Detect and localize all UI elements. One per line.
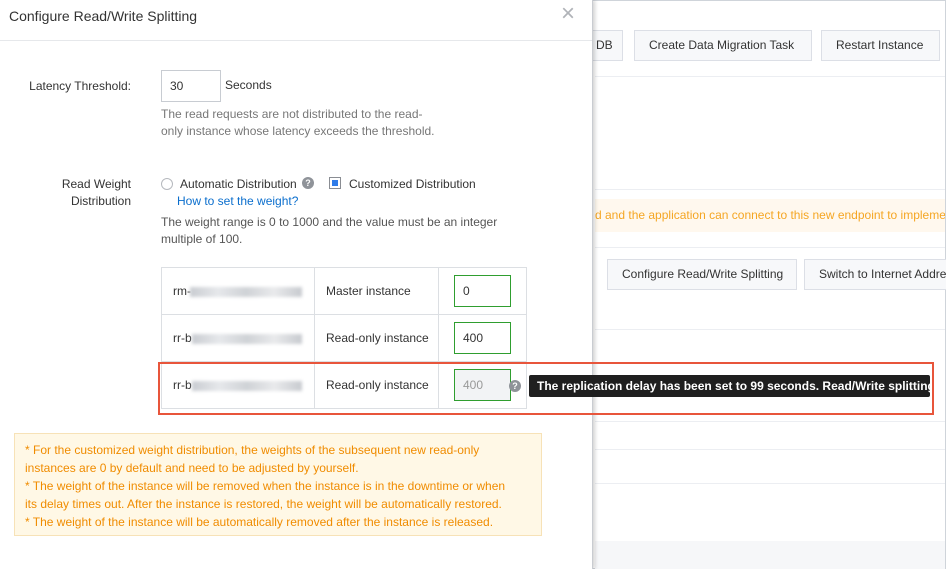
- close-icon[interactable]: ×: [557, 2, 579, 26]
- latency-hint: The read requests are not distributed to…: [161, 106, 461, 140]
- automatic-distribution-radio[interactable]: [161, 178, 173, 190]
- read-weight-label: Read Weight Distribution: [20, 176, 131, 210]
- weight-range-line: The weight range is 0 to 1000 and the va…: [161, 215, 498, 229]
- note-line: its delay times out. After the instance …: [25, 497, 502, 511]
- instance-id: rm-: [173, 268, 191, 314]
- latency-hint-line: only instance whose latency exceeds the …: [161, 124, 435, 138]
- divider: [595, 76, 945, 77]
- table-row: rr-b Read-only instance 400: [162, 315, 526, 362]
- table-row: rm- Master instance 0: [162, 268, 526, 315]
- instance-id-prefix: rr-b: [173, 331, 192, 345]
- instance-role: Read-only instance: [326, 331, 429, 345]
- latency-hint-line: The read requests are not distributed to…: [161, 107, 423, 121]
- weight-notes-alert: * For the customized weight distribution…: [14, 433, 542, 536]
- note-line: * The weight of the instance will be aut…: [25, 515, 494, 529]
- configure-rw-splitting-button[interactable]: Configure Read/Write Splitting: [607, 259, 797, 290]
- note-line: * The weight of the instance will be rem…: [25, 479, 506, 493]
- latency-unit: Seconds: [225, 78, 272, 92]
- latency-threshold-input[interactable]: 30: [161, 70, 221, 102]
- configure-rw-splitting-dialog: Configure Read/Write Splitting × Latency…: [0, 0, 593, 569]
- weight-range-hint: The weight range is 0 to 1000 and the va…: [161, 214, 531, 248]
- divider: [595, 483, 945, 484]
- weight-input[interactable]: 0: [454, 275, 511, 307]
- restart-instance-button[interactable]: Restart Instance: [821, 30, 940, 61]
- customized-distribution-label[interactable]: Customized Distribution: [349, 177, 476, 191]
- redacted-instance-id: [192, 334, 302, 344]
- latency-threshold-label: Latency Threshold:: [29, 79, 131, 93]
- footer-band: [595, 541, 945, 569]
- redacted-instance-id: [190, 287, 302, 297]
- dialog-title: Configure Read/Write Splitting: [9, 8, 198, 24]
- automatic-distribution-label[interactable]: Automatic Distribution: [180, 177, 297, 191]
- dialog-header: Configure Read/Write Splitting ×: [0, 0, 592, 41]
- replication-delay-tooltip: The replication delay has been set to 99…: [529, 375, 930, 397]
- read-weight-label-line: Distribution: [70, 194, 131, 208]
- weight-range-line: multiple of 100.: [161, 232, 243, 246]
- background-notice: d and the application can connect to thi…: [595, 199, 945, 232]
- notice-text: d and the application can connect to thi…: [595, 208, 945, 222]
- instance-id: rr-b: [173, 315, 192, 361]
- instance-role: Master instance: [326, 284, 411, 298]
- create-data-migration-task-button[interactable]: Create Data Migration Task: [634, 30, 812, 61]
- weight-input[interactable]: 400: [454, 322, 511, 354]
- note-line: * For the customized weight distribution…: [25, 443, 480, 457]
- divider: [595, 189, 945, 190]
- divider: [595, 247, 945, 248]
- note-line: instances are 0 by default and need to b…: [25, 461, 359, 475]
- divider: [595, 329, 945, 330]
- divider: [595, 421, 945, 422]
- customized-distribution-radio[interactable]: [329, 177, 341, 189]
- instance-id-prefix: rm-: [173, 284, 191, 298]
- read-weight-label-line: Read Weight: [61, 177, 131, 191]
- how-to-set-weight-link[interactable]: How to set the weight?: [177, 194, 298, 208]
- help-icon[interactable]: ?: [302, 177, 314, 189]
- divider: [595, 449, 945, 450]
- switch-to-internet-address-button[interactable]: Switch to Internet Addre: [804, 259, 946, 290]
